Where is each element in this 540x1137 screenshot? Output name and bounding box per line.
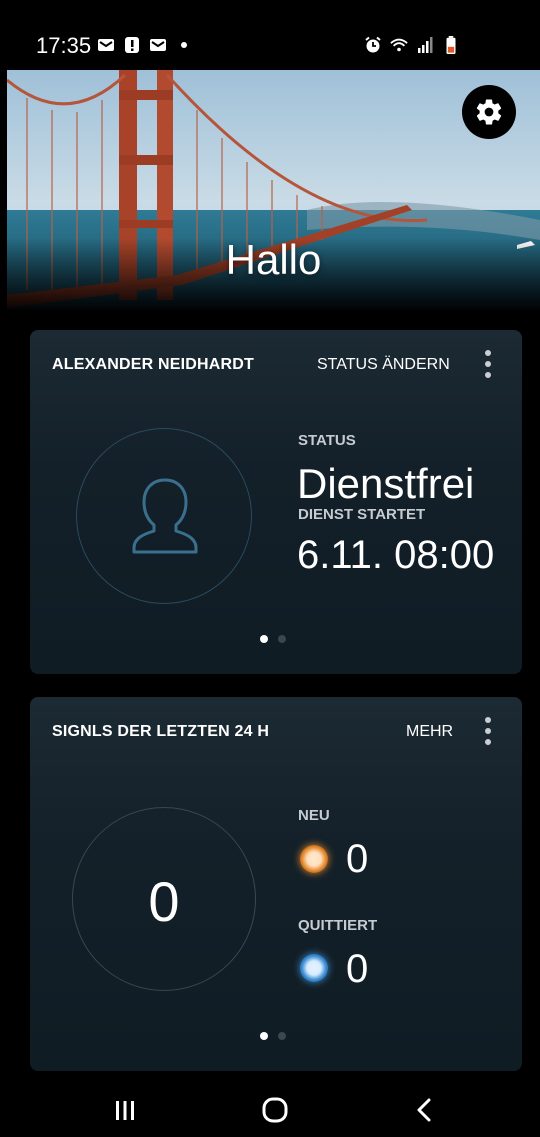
back-icon bbox=[417, 1098, 431, 1122]
status-bar: 17:35 bbox=[0, 0, 540, 70]
status-label: STATUS bbox=[298, 432, 356, 449]
signals-card: SIGNLS DER LETZTEN 24 H MEHR 0 NEU 0 QUI… bbox=[30, 697, 522, 1071]
more-button[interactable]: MEHR bbox=[406, 723, 453, 741]
page-dot[interactable] bbox=[278, 635, 286, 643]
signals-card-header: SIGNLS DER LETZTEN 24 H MEHR bbox=[30, 697, 522, 763]
system-icons bbox=[364, 36, 460, 54]
notification-icons bbox=[97, 36, 193, 54]
user-name: ALEXANDER NEIDHARDT bbox=[52, 356, 255, 373]
page-dot[interactable] bbox=[278, 1032, 286, 1040]
page-dot-active[interactable] bbox=[260, 635, 268, 643]
more-dot bbox=[485, 717, 491, 723]
shift-start-value: 6.11. 08:00 bbox=[297, 533, 495, 577]
shift-start-label: DIENST STARTET bbox=[298, 506, 426, 523]
signals-card-title: SIGNLS DER LETZTEN 24 H bbox=[52, 723, 270, 740]
new-count: 0 bbox=[346, 837, 369, 881]
acknowledged-indicator-icon bbox=[300, 954, 328, 982]
more-dot bbox=[485, 361, 491, 367]
recent-apps-button[interactable] bbox=[95, 1088, 155, 1132]
header-banner: Hallo bbox=[7, 70, 540, 310]
wifi-icon bbox=[390, 38, 408, 52]
more-dot bbox=[485, 728, 491, 734]
signals-total: 0 bbox=[148, 870, 180, 933]
home-icon bbox=[262, 1097, 288, 1123]
person-icon bbox=[132, 478, 198, 554]
dot-icon bbox=[181, 42, 187, 48]
home-button[interactable] bbox=[245, 1088, 305, 1132]
more-dot bbox=[485, 739, 491, 745]
greeting-title: Hallo bbox=[225, 236, 322, 283]
alert-icon bbox=[125, 37, 139, 53]
battery-low-icon bbox=[446, 36, 456, 54]
page-dot-active[interactable] bbox=[260, 1032, 268, 1040]
new-indicator-icon bbox=[300, 845, 328, 873]
gear-icon bbox=[476, 99, 502, 125]
page-indicator[interactable] bbox=[260, 1032, 286, 1040]
settings-button[interactable] bbox=[462, 85, 516, 139]
status-card: ALEXANDER NEIDHARDT STATUS ÄNDERN STATUS… bbox=[30, 330, 522, 674]
status-value: Dienstfrei bbox=[297, 460, 475, 507]
new-label: NEU bbox=[298, 807, 330, 824]
acknowledged-label: QUITTIERT bbox=[298, 917, 378, 934]
acknowledged-count: 0 bbox=[346, 947, 369, 991]
back-button[interactable] bbox=[395, 1088, 455, 1132]
status-time: 17:35 bbox=[36, 33, 92, 58]
mail-icon bbox=[98, 39, 114, 51]
more-options-button[interactable] bbox=[480, 349, 496, 379]
alarm-icon bbox=[365, 36, 381, 53]
more-dot bbox=[485, 350, 491, 356]
page-indicator[interactable] bbox=[260, 635, 286, 643]
navigation-bar bbox=[0, 1080, 540, 1137]
signal-icon bbox=[418, 37, 433, 53]
status-card-header: ALEXANDER NEIDHARDT STATUS ÄNDERN bbox=[30, 330, 522, 396]
change-status-button[interactable]: STATUS ÄNDERN bbox=[317, 356, 450, 374]
mail-icon bbox=[150, 39, 166, 51]
more-dot bbox=[485, 372, 491, 378]
recent-apps-icon bbox=[116, 1101, 134, 1120]
more-options-button[interactable] bbox=[480, 716, 496, 746]
